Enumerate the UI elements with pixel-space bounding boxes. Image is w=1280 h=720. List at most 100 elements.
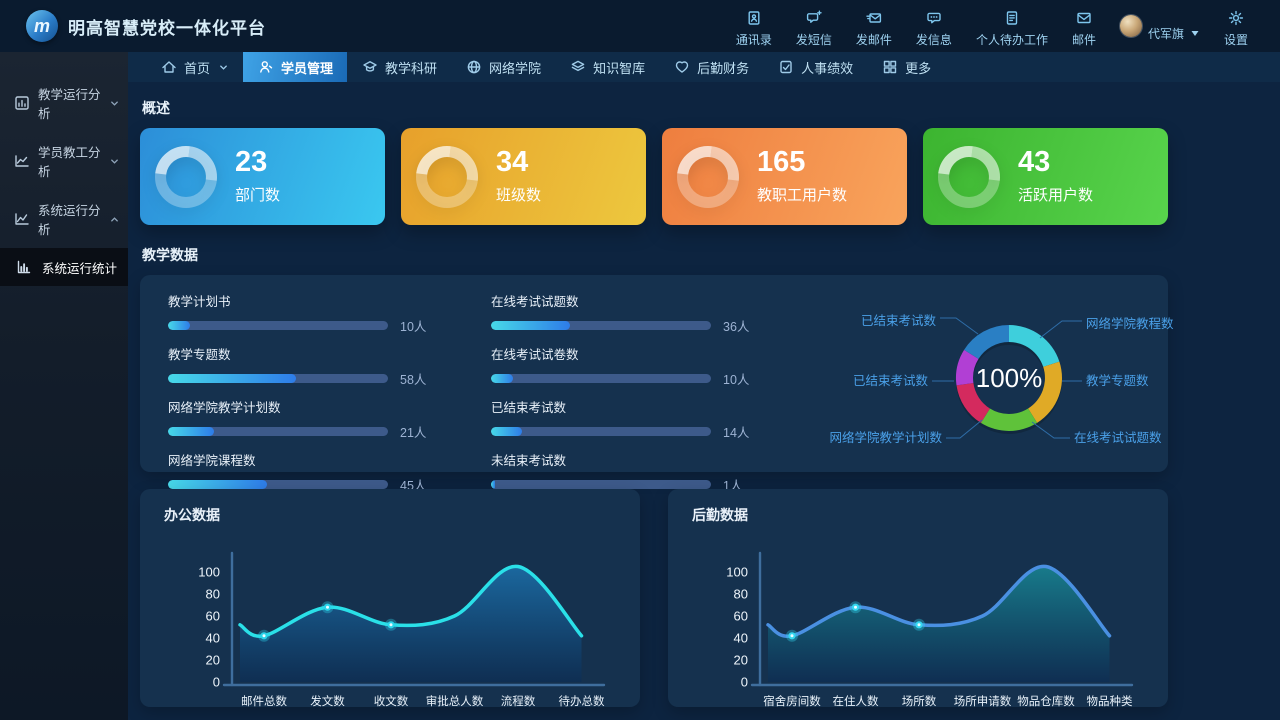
header-action-1[interactable]: 通讯录: [726, 3, 782, 50]
heart-icon: [673, 58, 691, 76]
settings-button[interactable]: 设置: [1214, 3, 1258, 50]
stat-card-1: 23 部门数: [140, 128, 385, 225]
nav-item-label: 学员管理: [281, 58, 333, 77]
nav-item-label: 人事绩效: [801, 58, 853, 77]
nav-item-8[interactable]: 更多: [867, 52, 945, 82]
nav-item-label: 教学科研: [385, 58, 437, 77]
header-action-2[interactable]: 发短信: [786, 3, 842, 50]
nav-item-6[interactable]: 后勤财务: [659, 52, 763, 82]
y-tick-label: 20: [206, 653, 220, 668]
header-action-4[interactable]: 发信息: [906, 3, 962, 50]
line-chart-icon: [13, 152, 31, 170]
stat-value: 43: [1018, 148, 1093, 177]
chevron-down-icon: [218, 62, 229, 73]
nav-item-label: 更多: [905, 58, 931, 77]
nav-item-5[interactable]: 知识智库: [555, 52, 659, 82]
x-tick-label: 待办总数: [559, 694, 605, 708]
header-action-5[interactable]: 个人待办工作: [966, 3, 1058, 50]
bar-label: 在线考试试题数: [491, 291, 814, 310]
stat-value: 23: [235, 148, 280, 177]
teaching-bars-right: 在线考试试题数36人在线考试试卷数10人已结束考试数14人未结束考试数1人: [491, 291, 814, 462]
donut-segment-1: [1009, 325, 1059, 367]
y-tick-label: 100: [198, 565, 220, 580]
app-title: 明高智慧党校一体化平台: [68, 14, 266, 39]
donut-label: 网络学院教学计划数: [829, 430, 942, 445]
sidebar: 教学运行分析学员教工分析系统运行分析系统运行统计: [0, 52, 128, 720]
y-tick-label: 60: [734, 609, 748, 624]
donut-label: 网络学院教程数: [1086, 316, 1174, 331]
bar-group: 在线考试试卷数10人: [491, 344, 814, 388]
caret-down-icon: [1190, 28, 1200, 38]
chevron-down-icon: [109, 98, 120, 109]
nav-item-label: 知识智库: [593, 58, 645, 77]
top-header: m 明高智慧党校一体化平台 通讯录发短信发邮件发信息个人待办工作邮件 代军旗 设…: [0, 0, 1280, 52]
charts-row: 办公数据 020406080100邮件总数发文数收文数审批总人数流程数待办总数 …: [140, 489, 1168, 707]
header-action-label: 个人待办工作: [976, 31, 1048, 48]
data-point-core: [854, 606, 857, 609]
avatar: [1120, 15, 1142, 37]
trend-chart-icon: [13, 210, 31, 228]
bar-track: [168, 374, 388, 383]
bar-fill: [491, 374, 513, 383]
gear-icon: [1227, 9, 1245, 28]
layers-icon: [569, 58, 587, 76]
y-tick-label: 100: [726, 565, 748, 580]
y-tick-label: 60: [206, 609, 220, 624]
brand: m 明高智慧党校一体化平台: [0, 10, 446, 42]
bar-label: 已结束考试数: [491, 397, 814, 416]
stat-ring-icon: [155, 146, 217, 208]
bar-track: [491, 374, 711, 383]
donut-svg: 网络学院教程数教学专题数在线考试试题数网络学院教学计划数已结束考试数已结束考试数…: [814, 286, 1204, 468]
logistics-area-chart: 020406080100宿舍房间数在住人数场所数场所申请数物品仓库数物品种类: [686, 527, 1146, 715]
nav-item-7[interactable]: 人事绩效: [763, 52, 867, 82]
x-tick-label: 场所申请数: [954, 694, 1012, 708]
sidebar-item-1[interactable]: 教学运行分析: [0, 74, 128, 132]
sidebar-item-2[interactable]: 学员教工分析: [0, 132, 128, 190]
bar-track: [491, 480, 711, 489]
bar-fill: [491, 480, 495, 489]
data-point-core: [326, 606, 329, 609]
bar-track: [491, 427, 711, 436]
y-tick-label: 40: [206, 631, 220, 646]
bar-group: 网络学院课程数45人: [168, 450, 491, 494]
bar-value: 10人: [400, 316, 426, 335]
y-tick-label: 80: [206, 587, 220, 602]
user-menu[interactable]: 代军旗: [1110, 3, 1210, 44]
header-action-6[interactable]: 邮件: [1062, 3, 1106, 50]
y-tick-label: 0: [741, 675, 748, 690]
header-actions: 通讯录发短信发邮件发信息个人待办工作邮件 代军旗 设置: [726, 3, 1280, 50]
y-tick-label: 0: [213, 675, 220, 690]
stat-value: 34: [496, 148, 541, 177]
mail-icon: [1075, 9, 1093, 28]
header-action-label: 通讯录: [736, 31, 772, 48]
nav-item-3[interactable]: 教学科研: [347, 52, 451, 82]
stat-ring-icon: [416, 146, 478, 208]
bar-track: [168, 321, 388, 330]
sidebar-subitem-label: 系统运行统计: [42, 258, 117, 277]
user-name: 代军旗: [1148, 25, 1184, 42]
stat-label: 教职工用户数: [757, 184, 847, 205]
bar-fill: [168, 480, 267, 489]
stat-card-2: 34班级数: [401, 128, 646, 225]
donut-chart: 网络学院教程数教学专题数在线考试试题数网络学院教学计划数已结束考试数已结束考试数…: [814, 291, 1204, 462]
bar-label: 教学专题数: [168, 344, 491, 363]
x-tick-label: 收文数: [374, 694, 409, 708]
header-action-3[interactable]: 发邮件: [846, 3, 902, 50]
stat-ring-icon: [938, 146, 1000, 208]
nav-item-4[interactable]: 网络学院: [451, 52, 555, 82]
sidebar-item-label: 系统运行分析: [38, 200, 102, 238]
bar-group: 网络学院教学计划数21人: [168, 397, 491, 441]
sidebar-item-3[interactable]: 系统运行分析: [0, 190, 128, 248]
stat-label: 部门数: [235, 184, 280, 205]
bar-track: [491, 321, 711, 330]
logo-letter: m: [34, 16, 50, 37]
sidebar-subitem-3-1[interactable]: 系统运行统计: [0, 248, 128, 286]
header-action-label: 发邮件: [856, 31, 892, 48]
nav-item-1[interactable]: 首页: [146, 52, 243, 82]
bar-track: [168, 427, 388, 436]
teaching-data-panel: 教学计划书10人教学专题数58人网络学院教学计划数21人网络学院课程数45人 在…: [140, 275, 1168, 472]
teaching-bars-left: 教学计划书10人教学专题数58人网络学院教学计划数21人网络学院课程数45人: [168, 291, 491, 462]
performance-icon: [777, 58, 795, 76]
nav-item-2[interactable]: 学员管理: [243, 52, 347, 82]
bar-value: 10人: [723, 369, 749, 388]
